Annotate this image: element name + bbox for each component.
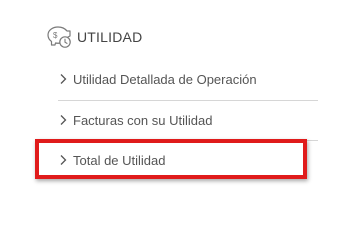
menu-section-utilidad[interactable]: $ UTILIDAD	[44, 21, 142, 53]
chevron-right-icon	[58, 114, 68, 126]
chevron-right-icon	[58, 73, 68, 85]
highlight-annotation-box	[35, 139, 307, 179]
menu-item-label: Utilidad Detallada de Operación	[73, 71, 257, 87]
menu-section-label: UTILIDAD	[77, 29, 143, 45]
svg-text:$: $	[53, 31, 58, 40]
menu-item-label: Facturas con su Utilidad	[73, 112, 213, 128]
menu-item-utilidad-detallada[interactable]: Utilidad Detallada de Operación	[58, 59, 318, 99]
utilidad-menu: $ UTILIDAD Utilidad Detallada de Operaci…	[0, 0, 340, 240]
piggy-bank-dollar-clock-icon: $	[44, 23, 74, 51]
menu-item-facturas-utilidad[interactable]: Facturas con su Utilidad	[58, 100, 318, 140]
